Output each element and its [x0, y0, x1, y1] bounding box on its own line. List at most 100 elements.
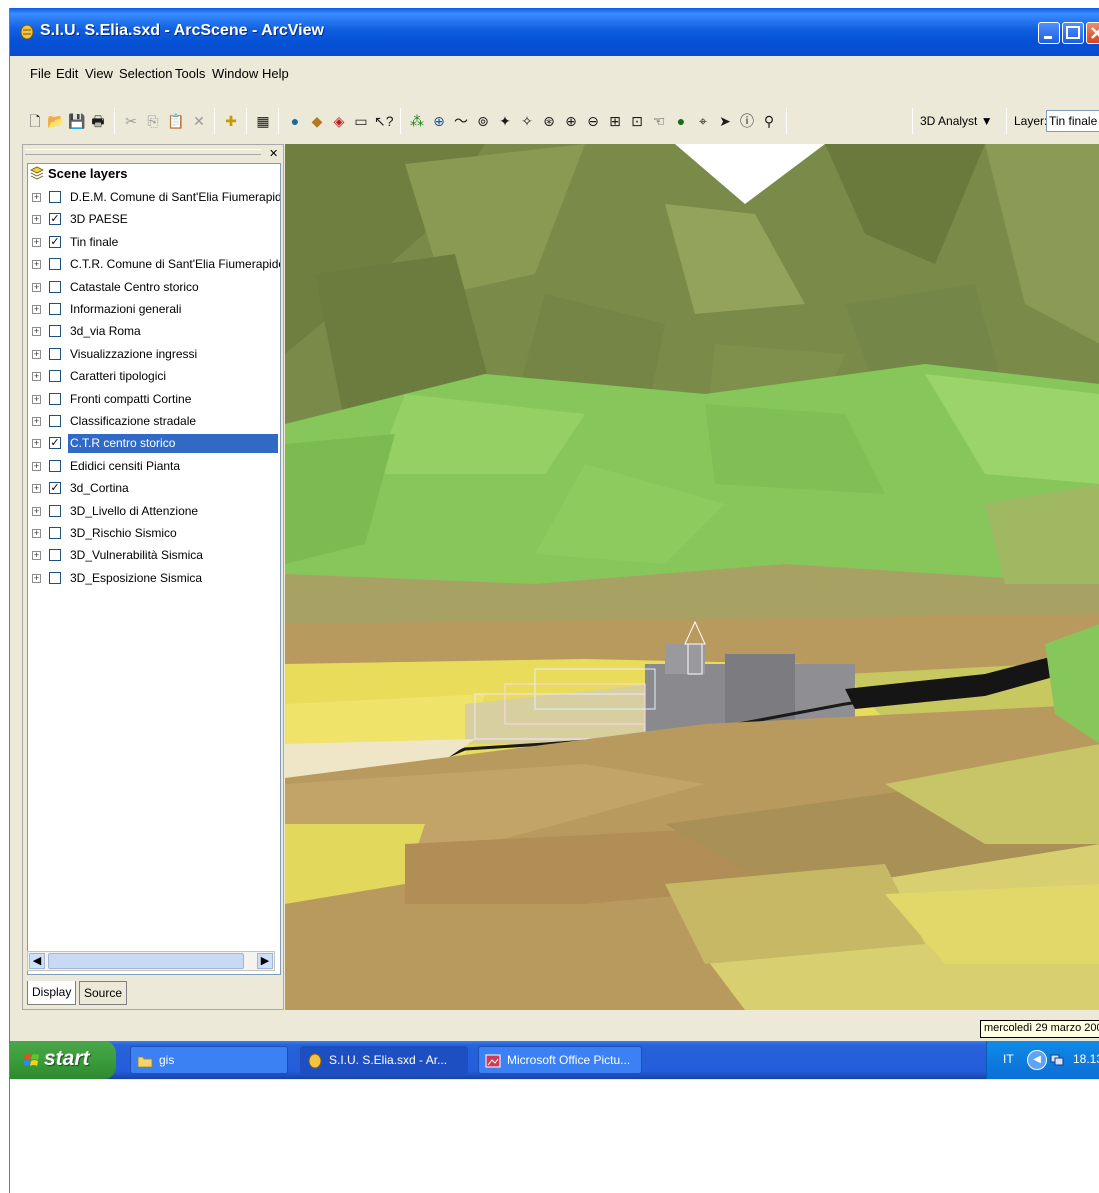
navigate-icon[interactable]: ⁂	[408, 112, 426, 130]
menu-window[interactable]: Window	[212, 66, 258, 81]
layer-row[interactable]: +3D_Vulnerabilità Sismica	[30, 546, 278, 568]
narrow-fov-icon[interactable]: ☜	[650, 112, 668, 130]
add-data-icon[interactable]: ✚	[222, 112, 240, 130]
expand-icon[interactable]: +	[32, 193, 41, 202]
print-icon[interactable]: 🖶	[89, 112, 107, 130]
task-gis[interactable]: gis	[130, 1046, 288, 1074]
clock[interactable]: 18.13	[1073, 1052, 1099, 1066]
scene-view[interactable]	[285, 144, 1099, 1010]
horizontal-scrollbar[interactable]: ◀ ▶	[27, 951, 275, 971]
full-extent-icon[interactable]: ⊖	[584, 112, 602, 130]
open-icon[interactable]: 📂	[47, 112, 65, 130]
layer-visibility-checkbox[interactable]	[49, 571, 61, 584]
layer-row[interactable]: + ✓ 3D PAESE	[30, 210, 278, 232]
delete-icon[interactable]: ✕	[190, 112, 208, 130]
layer-row[interactable]: + ✓ Tin finale	[30, 233, 278, 255]
scene-layers-root[interactable]: Scene layers	[30, 166, 128, 186]
layer-visibility-checkbox[interactable]: ✓	[49, 213, 61, 226]
layer-visibility-checkbox[interactable]	[49, 303, 61, 315]
layer-visibility-checkbox[interactable]	[49, 415, 61, 427]
layer-visibility-checkbox[interactable]	[49, 504, 61, 517]
layer-row[interactable]: + Fronti compatti Cortine	[30, 390, 278, 412]
zoom-in-out-icon[interactable]: ✧	[518, 112, 536, 130]
expand-icon[interactable]: +	[32, 349, 41, 359]
menu-view[interactable]: View	[85, 66, 113, 81]
layer-row[interactable]: + C.T.R. Comune di Sant'Elia Fiumerapido	[30, 255, 280, 277]
3d-analyst-menu[interactable]: 3D Analyst ▼	[920, 114, 993, 128]
tab-source[interactable]: Source	[79, 981, 128, 1005]
start-button[interactable]: start	[10, 1041, 116, 1079]
layer-visibility-checkbox[interactable]	[49, 191, 61, 203]
zoom-in-icon[interactable]: ⊛	[540, 112, 558, 130]
layer-visibility-checkbox[interactable]	[49, 280, 61, 293]
globe-icon[interactable]: ●	[286, 112, 304, 130]
layer-row[interactable]: + Catastale Centro storico	[30, 278, 278, 300]
layer-select[interactable]: Tin finale	[1046, 110, 1099, 132]
window-icon[interactable]: ▭	[352, 112, 370, 130]
layer-visibility-checkbox[interactable]: ✓	[49, 235, 61, 248]
expand-icon[interactable]: +	[32, 484, 41, 494]
layer-visibility-checkbox[interactable]: ✓	[49, 482, 61, 495]
layer-row[interactable]: + ✓ 3d_Cortina	[30, 479, 278, 501]
expand-icon[interactable]: +	[32, 506, 41, 516]
network-icon[interactable]	[1049, 1051, 1065, 1067]
fly-to-icon[interactable]: ⌖	[694, 112, 712, 130]
cut-icon[interactable]: ✂	[122, 112, 140, 130]
identify-icon[interactable]: ⓘ	[738, 112, 756, 130]
layer-row[interactable]: + Classificazione stradale	[30, 412, 278, 434]
pan-icon[interactable]: ⊡	[628, 112, 646, 130]
zoom-out-icon[interactable]: ⊕	[562, 112, 580, 130]
whats-this-icon[interactable]: ↖?	[374, 112, 394, 130]
layer-row[interactable]: + Edidici censiti Pianta	[30, 457, 278, 479]
expand-icon[interactable]: +	[32, 237, 41, 247]
expand-icon[interactable]: +	[32, 372, 41, 382]
new-icon[interactable]: 🗋	[26, 112, 44, 130]
expand-icon[interactable]: +	[32, 305, 41, 314]
layer-row[interactable]: + D.E.M. Comune di Sant'Elia Fiumerapido	[30, 188, 280, 210]
layer-icon[interactable]: ◈	[330, 112, 348, 130]
expand-icon[interactable]: +	[32, 282, 41, 292]
title-bar[interactable]: S.I.U. S.Elia.sxd - ArcScene - ArcView	[10, 8, 1099, 56]
menu-edit[interactable]: Edit	[56, 66, 78, 81]
layer-visibility-checkbox[interactable]	[49, 370, 61, 383]
task-arcscene[interactable]: S.I.U. S.Elia.sxd - Ar...	[300, 1046, 468, 1074]
expand-icon[interactable]: +	[32, 529, 41, 538]
expand-icon[interactable]: +	[32, 394, 41, 404]
layer-visibility-checkbox[interactable]	[49, 325, 61, 338]
layer-visibility-checkbox[interactable]: ✓	[49, 437, 61, 450]
expand-icon[interactable]: +	[32, 551, 41, 561]
layer-row[interactable]: + Informazioni generali	[30, 300, 278, 322]
select-icon[interactable]: ➤	[716, 112, 734, 130]
tab-display[interactable]: Display	[27, 981, 77, 1005]
layer-row[interactable]: +3d_via Roma	[30, 322, 278, 344]
layer-visibility-checkbox[interactable]	[49, 392, 61, 405]
menu-help[interactable]: Help	[262, 66, 289, 81]
expand-icon[interactable]: +	[32, 417, 41, 426]
save-icon[interactable]: 💾	[68, 112, 86, 130]
layer-visibility-checkbox[interactable]	[49, 527, 61, 539]
layer-row[interactable]: + Caratteri tipologici	[30, 367, 278, 389]
scroll-thumb[interactable]	[48, 953, 244, 969]
layer-row[interactable]: +3D_Esposizione Sismica	[30, 569, 278, 591]
fly-icon[interactable]: ⊕	[430, 112, 448, 130]
calculator-icon[interactable]: ▦	[254, 112, 272, 130]
panel-close-icon[interactable]: ✕	[269, 147, 278, 160]
layer-visibility-checkbox[interactable]	[49, 347, 61, 360]
layer-row[interactable]: + ✓ C.T.R centro storico	[30, 434, 278, 456]
expand-icon[interactable]: +	[32, 215, 41, 225]
panel-grip[interactable]	[25, 149, 261, 155]
layer-row[interactable]: +3D_Rischio Sismico	[30, 524, 278, 546]
center-target-icon[interactable]: 〜	[452, 112, 470, 130]
layer-visibility-checkbox[interactable]	[49, 459, 61, 472]
find-icon[interactable]: ⚲	[760, 112, 778, 130]
menu-selection[interactable]: Selection	[119, 66, 172, 81]
layer-row[interactable]: + Visualizzazione ingressi	[30, 345, 278, 367]
set-observer-icon[interactable]: ✦	[496, 112, 514, 130]
scroll-left-icon[interactable]: ◀	[29, 953, 45, 969]
zoom-target-icon[interactable]: ⊚	[474, 112, 492, 130]
zoom-layer-icon[interactable]: ⊞	[606, 112, 624, 130]
close-button[interactable]	[1086, 22, 1099, 44]
maximize-button[interactable]	[1062, 22, 1084, 44]
minimize-button[interactable]	[1038, 22, 1060, 44]
tray-expand-icon[interactable]: ◀	[1027, 1050, 1047, 1070]
